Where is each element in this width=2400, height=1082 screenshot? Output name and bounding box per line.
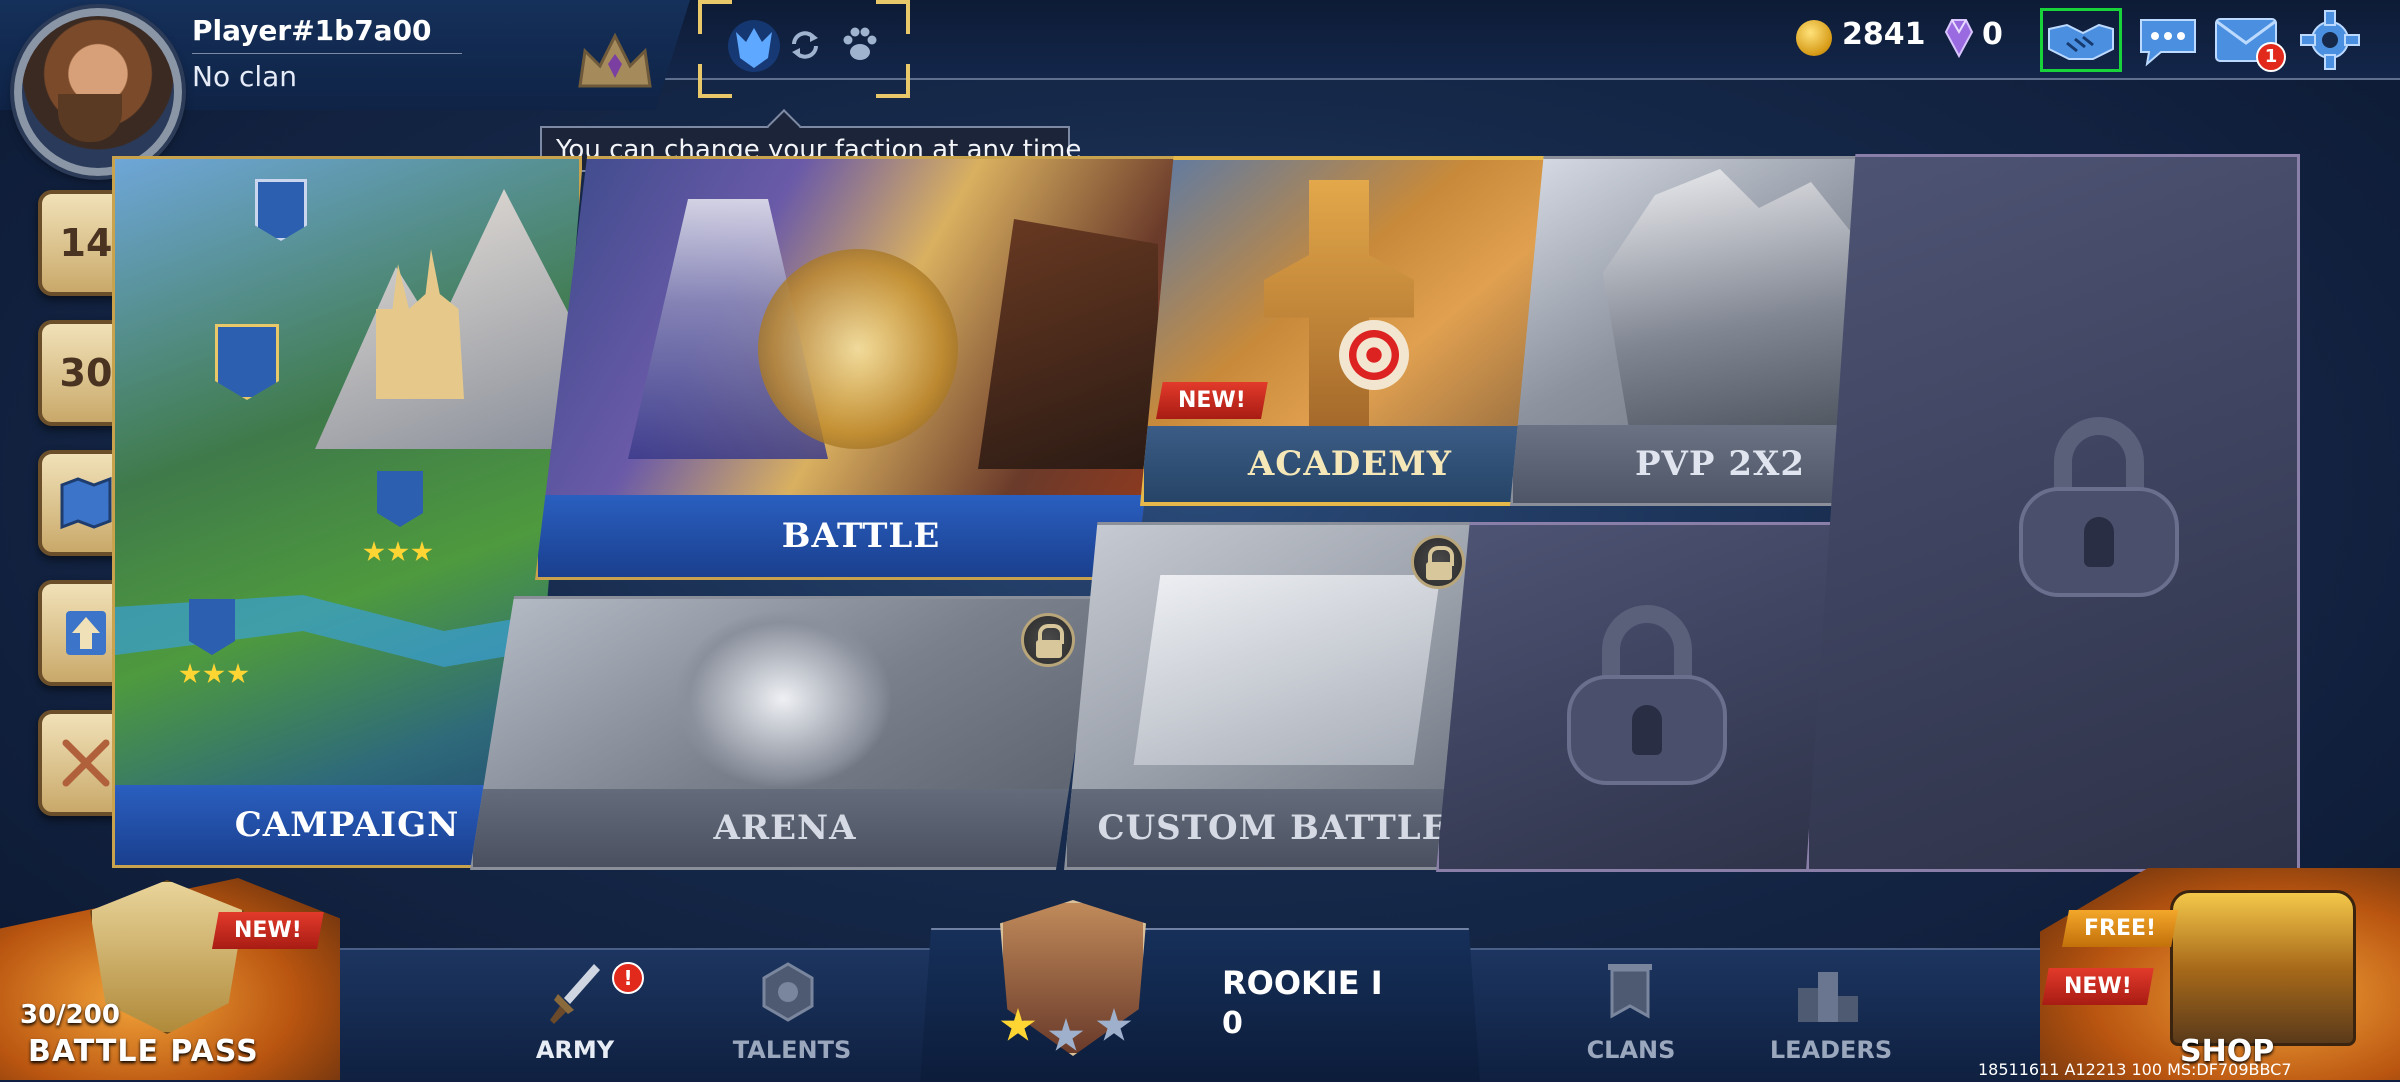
nav-army[interactable]: ARMY xyxy=(520,1036,630,1064)
army-alert-text: ! xyxy=(623,966,633,990)
battle-banner: BATTLE xyxy=(538,495,1184,577)
talents-icon[interactable] xyxy=(758,960,818,1024)
pvp-label: PVP 2X2 xyxy=(1634,444,1806,484)
army-alert-badge: ! xyxy=(612,962,644,994)
academy-banner: ACADEMY xyxy=(1144,426,1556,502)
battle-pass-new-tag: NEW! xyxy=(212,912,324,949)
arena-banner: ARENA xyxy=(473,789,1097,867)
star-icon xyxy=(411,541,433,562)
gear-icon xyxy=(2300,10,2360,70)
chat-button[interactable] xyxy=(2128,10,2208,70)
star-icon xyxy=(387,541,409,562)
lock-icon xyxy=(2019,417,2179,597)
castle xyxy=(376,249,464,399)
nav-leaders[interactable]: LEADERS xyxy=(1766,1036,1896,1064)
arrow-up-icon xyxy=(66,611,106,655)
mail-badge: 1 xyxy=(2256,42,2286,72)
target-icon xyxy=(1339,320,1409,390)
crown-emblem-icon[interactable] xyxy=(570,26,660,96)
training-dummy xyxy=(1264,180,1414,430)
golden-orb xyxy=(758,249,958,449)
custom-battle-banner: CUSTOM BATTLE xyxy=(1067,789,1479,867)
player-name: Player#1b7a00 xyxy=(192,14,432,47)
custom-battle-label: CUSTOM BATTLE xyxy=(1097,808,1449,848)
crossed-swords-icon xyxy=(62,739,110,787)
star-icon xyxy=(363,541,385,562)
build-info: 18511611 A12213 100 MS:DF709BBC7 xyxy=(1978,1060,2292,1079)
friends-button[interactable] xyxy=(2040,8,2122,72)
star-icon xyxy=(203,663,225,684)
faction-selector[interactable] xyxy=(698,0,910,98)
shop-new-tag: NEW! xyxy=(2042,968,2154,1005)
clans-banner-icon[interactable] xyxy=(1602,960,1658,1030)
lock-icon xyxy=(1411,535,1465,589)
campaign-level-marker[interactable] xyxy=(377,471,423,527)
rank-title: ROOKIE I xyxy=(1222,964,1383,1002)
map-table-art xyxy=(1133,575,1441,765)
academy-card[interactable]: ACADEMY xyxy=(1140,156,1560,506)
nav-clans[interactable]: CLANS xyxy=(1576,1036,1686,1064)
campaign-level-marker[interactable] xyxy=(255,179,307,241)
battle-card[interactable]: BATTLE xyxy=(535,156,1187,580)
bear-warrior xyxy=(978,219,1158,469)
swap-icon[interactable] xyxy=(788,28,822,62)
campaign-current-level-marker[interactable] xyxy=(215,324,279,400)
sword-icon[interactable] xyxy=(546,960,606,1030)
settings-button[interactable] xyxy=(2290,10,2370,70)
paw-icon[interactable] xyxy=(838,22,882,66)
battle-pass-label: BATTLE PASS xyxy=(28,1034,259,1069)
campaign-level-marker[interactable] xyxy=(189,599,235,655)
academy-label: ACADEMY xyxy=(1247,444,1453,484)
map-icon xyxy=(60,476,112,530)
gem-amount: 0 xyxy=(1982,17,2003,52)
battle-pass-progress: 30/200 xyxy=(20,1000,120,1030)
handshake-icon xyxy=(2048,23,2114,60)
rank-points: 0 xyxy=(1222,1006,1243,1041)
mail-badge-count: 1 xyxy=(2264,46,2278,67)
lock-icon xyxy=(1021,613,1075,667)
arena-card[interactable]: ARENA xyxy=(470,596,1100,870)
gold-amount: 2841 xyxy=(1842,17,1926,52)
lock-icon xyxy=(1567,605,1727,785)
coin-icon xyxy=(1796,20,1832,56)
custom-battle-card[interactable]: CUSTOM BATTLE xyxy=(1064,522,1482,870)
locked-slot-large[interactable] xyxy=(1806,154,2300,872)
battle-label: BATTLE xyxy=(781,516,941,556)
leaderboard-podium-icon[interactable] xyxy=(1796,962,1860,1028)
shop-free-tag: FREE! xyxy=(2062,910,2179,947)
chat-icon xyxy=(2140,19,2196,67)
divider xyxy=(192,53,462,54)
nav-talents[interactable]: TALENTS xyxy=(724,1036,860,1064)
calendar-day-14: 14 xyxy=(59,221,113,265)
mail-button[interactable]: 1 xyxy=(2206,10,2286,72)
locked-slot-small[interactable] xyxy=(1436,522,1858,872)
knights-art xyxy=(1603,169,1863,429)
faction-wolf-icon[interactable] xyxy=(726,18,782,74)
arena-art xyxy=(673,609,893,789)
academy-new-tag: NEW! xyxy=(1156,382,1268,419)
treasure-chest-icon xyxy=(2170,890,2356,1046)
clan-name: No clan xyxy=(192,60,298,93)
calendar-day-30: 30 xyxy=(59,351,113,395)
star-icon xyxy=(227,663,249,684)
gem-icon xyxy=(1944,19,1974,58)
star-icon xyxy=(179,663,201,684)
arena-label: ARENA xyxy=(713,808,857,848)
avatar[interactable] xyxy=(14,8,182,176)
campaign-label: CAMPAIGN xyxy=(234,805,460,845)
